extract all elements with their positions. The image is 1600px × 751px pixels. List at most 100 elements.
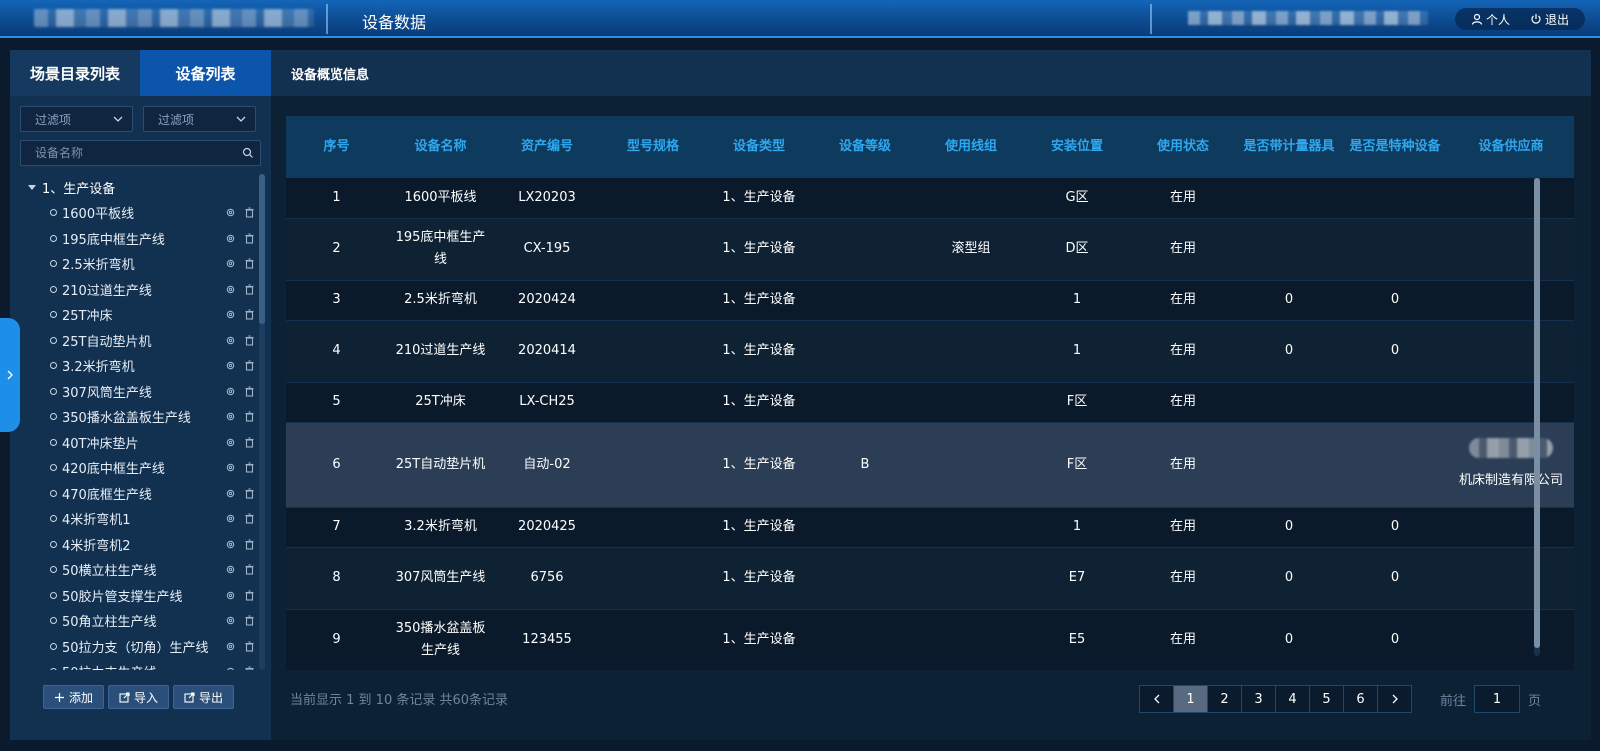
tab-scene-catalog[interactable]: 场景目录列表	[10, 50, 140, 96]
table-row[interactable]: 9 350播水盆盖板生产线 123455 1、生产设备 E5 在用 0 0	[286, 609, 1574, 670]
tree-item[interactable]: 3.2米折弯机	[10, 353, 263, 379]
table-row[interactable]: 8 307风筒生产线 6756 1、生产设备 E7 在用 0 0	[286, 547, 1574, 610]
tab-device-list[interactable]: 设备列表	[140, 50, 271, 96]
trash-icon[interactable]	[244, 360, 255, 371]
gear-icon[interactable]	[225, 335, 236, 346]
trash-icon[interactable]	[244, 666, 255, 670]
table-scrollbar[interactable]	[1534, 176, 1540, 656]
table-row[interactable]: 6 25T自动垫片机 自动-02 1、生产设备 B F区 在用 机床制造有限公司	[286, 422, 1574, 508]
tree-item[interactable]: 50胶片管支撑生产线	[10, 583, 263, 609]
gear-icon[interactable]	[225, 258, 236, 269]
gear-icon[interactable]	[225, 437, 236, 448]
trash-icon[interactable]	[244, 462, 255, 473]
column-header[interactable]: 设备名称	[387, 116, 494, 178]
gear-icon[interactable]	[225, 207, 236, 218]
table-row[interactable]: 3 2.5米折弯机 2020424 1、生产设备 1 在用 0 0	[286, 280, 1574, 321]
caret-down-icon[interactable]	[28, 183, 36, 191]
personal-button[interactable]: 个人	[1471, 11, 1510, 28]
table-row[interactable]: 1 1600平板线 LX20203 1、生产设备 G区 在用	[286, 178, 1574, 219]
tree-item[interactable]: 50角立柱生产线	[10, 608, 263, 634]
table-row[interactable]: 2 195底中框生产线 CX-195 1、生产设备 滚型组 D区 在用	[286, 218, 1574, 281]
trash-icon[interactable]	[244, 386, 255, 397]
trash-icon[interactable]	[244, 437, 255, 448]
tree-item[interactable]: 4米折弯机2	[10, 532, 263, 558]
gear-icon[interactable]	[225, 590, 236, 601]
filter-select-2[interactable]: 过滤项	[143, 106, 256, 132]
gear-icon[interactable]	[225, 386, 236, 397]
tree-item[interactable]: 470底框生产线	[10, 481, 263, 507]
gear-icon[interactable]	[225, 641, 236, 652]
column-header[interactable]: 型号规格	[600, 116, 706, 178]
column-header[interactable]: 使用状态	[1130, 116, 1236, 178]
sidebar-toggle[interactable]	[0, 318, 20, 432]
table-row[interactable]: 7 3.2米折弯机 2020425 1、生产设备 1 在用 0 0	[286, 507, 1574, 548]
gear-icon[interactable]	[225, 488, 236, 499]
tree-item[interactable]: 195底中框生产线	[10, 226, 263, 252]
gear-icon[interactable]	[225, 615, 236, 626]
trash-icon[interactable]	[244, 233, 255, 244]
page-number-button[interactable]: 2	[1207, 685, 1242, 713]
trash-icon[interactable]	[244, 590, 255, 601]
page-number-button[interactable]: 5	[1309, 685, 1344, 713]
tree-item[interactable]: 4米折弯机1	[10, 506, 263, 532]
column-header[interactable]: 是否带计量器具	[1236, 116, 1342, 178]
search-icon[interactable]	[242, 147, 254, 159]
tree-item[interactable]: 25T冲床	[10, 302, 263, 328]
gear-icon[interactable]	[225, 309, 236, 320]
tree-item[interactable]: 2.5米折弯机	[10, 251, 263, 277]
column-header[interactable]: 设备类型	[706, 116, 812, 178]
column-header[interactable]: 是否是特种设备	[1342, 116, 1448, 178]
gear-icon[interactable]	[225, 564, 236, 575]
column-header[interactable]: 使用线组	[918, 116, 1024, 178]
gear-icon[interactable]	[225, 666, 236, 670]
gear-icon[interactable]	[225, 233, 236, 244]
table-scrollbar-thumb[interactable]	[1534, 178, 1540, 648]
column-header[interactable]: 设备等级	[812, 116, 918, 178]
tree-item[interactable]: 1600平板线	[10, 200, 263, 226]
trash-icon[interactable]	[244, 335, 255, 346]
import-button[interactable]: 导入	[108, 685, 170, 709]
trash-icon[interactable]	[244, 641, 255, 652]
filter-select-1[interactable]: 过滤项	[20, 106, 133, 132]
tree-item[interactable]: 350播水盆盖板生产线	[10, 404, 263, 430]
logout-button[interactable]: 退出	[1530, 11, 1569, 28]
trash-icon[interactable]	[244, 207, 255, 218]
next-page-button[interactable]	[1377, 685, 1412, 713]
gear-icon[interactable]	[225, 411, 236, 422]
tree-item[interactable]: 420底中框生产线	[10, 455, 263, 481]
prev-page-button[interactable]	[1139, 685, 1174, 713]
tree-item[interactable]: 50拉力支生产线	[10, 659, 263, 670]
tree-scrollbar-thumb[interactable]	[259, 174, 265, 324]
page-number-button[interactable]: 4	[1275, 685, 1310, 713]
column-header[interactable]: 资产编号	[494, 116, 600, 178]
trash-icon[interactable]	[244, 284, 255, 295]
tree-item[interactable]: 307风筒生产线	[10, 379, 263, 405]
trash-icon[interactable]	[244, 258, 255, 269]
tree-scrollbar[interactable]	[259, 174, 265, 670]
page-number-button[interactable]: 1	[1173, 685, 1208, 713]
table-row[interactable]: 5 25T冲床 LX-CH25 1、生产设备 F区 在用	[286, 382, 1574, 423]
trash-icon[interactable]	[244, 513, 255, 524]
page-number-button[interactable]: 3	[1241, 685, 1276, 713]
export-button[interactable]: 导出	[173, 685, 235, 709]
gear-icon[interactable]	[225, 539, 236, 550]
tree-root-node[interactable]: 1、生产设备	[10, 174, 263, 200]
trash-icon[interactable]	[244, 488, 255, 499]
gear-icon[interactable]	[225, 284, 236, 295]
tree-item[interactable]: 50拉力支（切角）生产线	[10, 634, 263, 660]
gear-icon[interactable]	[225, 462, 236, 473]
gear-icon[interactable]	[225, 513, 236, 524]
column-header[interactable]: 序号	[286, 116, 387, 178]
page-number-button[interactable]: 6	[1343, 685, 1378, 713]
trash-icon[interactable]	[244, 615, 255, 626]
goto-page-input[interactable]	[1477, 691, 1518, 707]
device-name-input[interactable]	[35, 146, 242, 160]
add-button[interactable]: 添加	[43, 685, 105, 709]
tree-item[interactable]: 210过道生产线	[10, 277, 263, 303]
trash-icon[interactable]	[244, 309, 255, 320]
trash-icon[interactable]	[244, 411, 255, 422]
column-header[interactable]: 设备供应商	[1448, 116, 1574, 178]
tree-item[interactable]: 50横立柱生产线	[10, 557, 263, 583]
tree-item[interactable]: 25T自动垫片机	[10, 328, 263, 354]
column-header[interactable]: 安装位置	[1024, 116, 1130, 178]
